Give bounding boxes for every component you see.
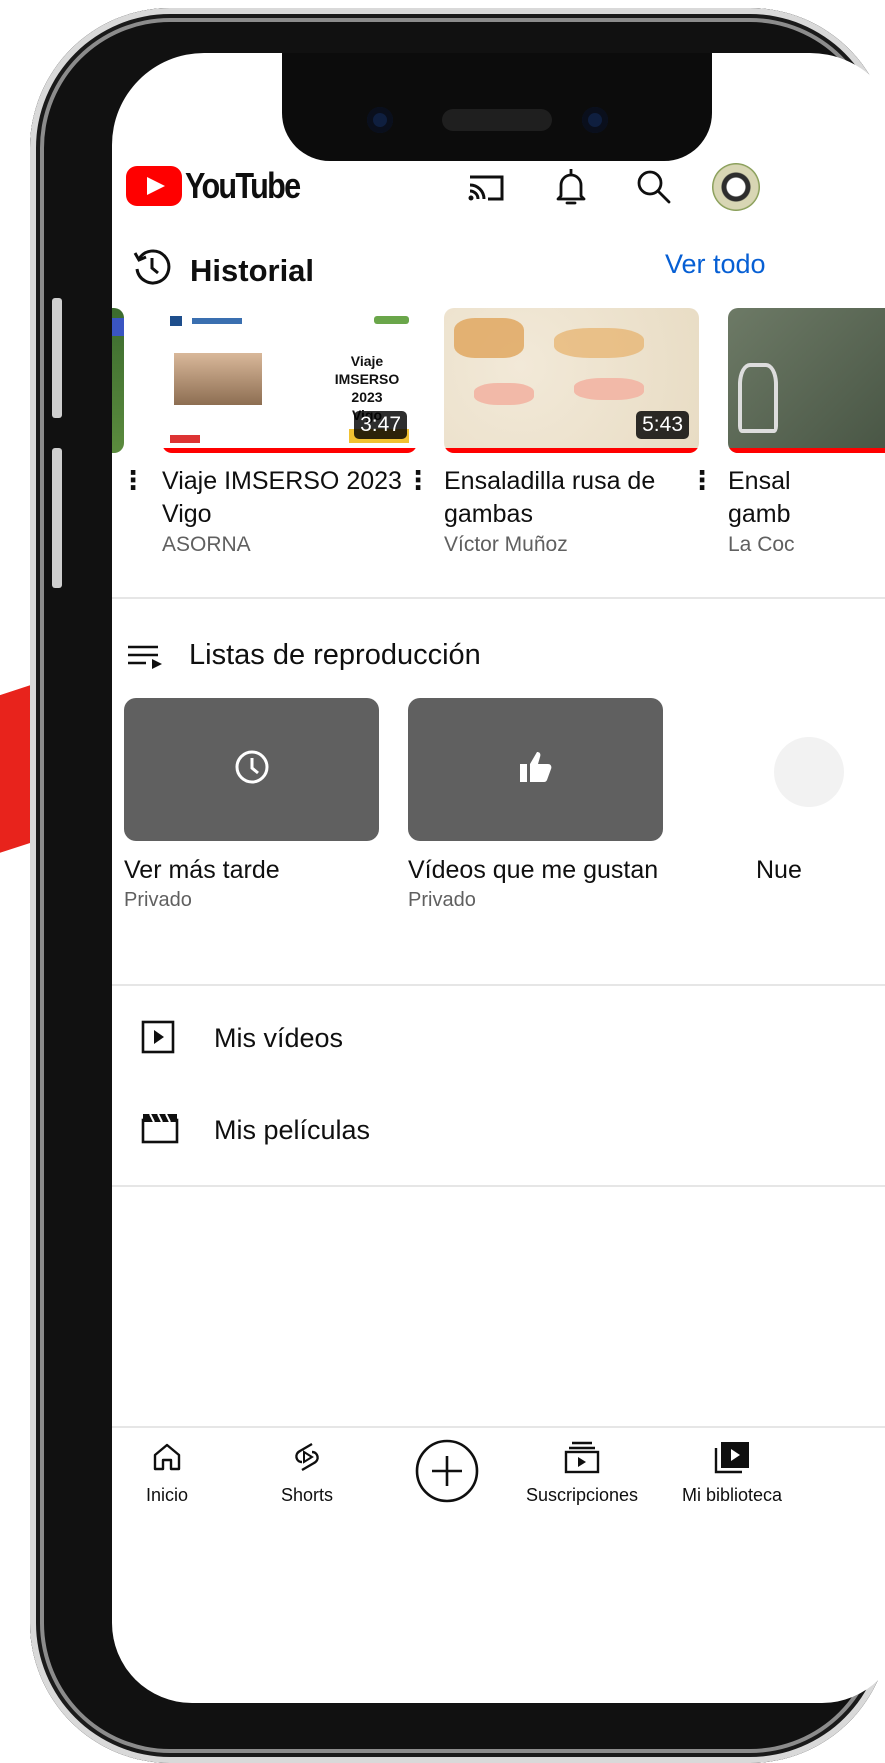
nav-home[interactable]: Inicio	[132, 1440, 202, 1506]
notch	[282, 53, 712, 161]
nav-subscriptions[interactable]: Suscripciones	[512, 1440, 652, 1506]
section-divider	[112, 984, 885, 986]
see-all-link[interactable]: Ver todo	[665, 249, 766, 280]
my-videos-row[interactable]: Mis vídeos	[112, 1011, 885, 1071]
section-divider	[112, 597, 885, 599]
nav-library-label: Mi biblioteca	[681, 1485, 783, 1505]
playlist-privacy: Privado	[124, 889, 192, 911]
top-app-bar: YouTube	[112, 153, 885, 223]
more-options-icon[interactable]: ⋮	[689, 465, 715, 496]
playlist-name[interactable]: Ver más tarde	[124, 856, 280, 885]
screen: YouTube Historial Ver todo Viaje IMSERSO…	[112, 53, 885, 1703]
video-title[interactable]: Ensaladilla rusa de gambas	[444, 465, 655, 531]
home-icon	[153, 1443, 181, 1471]
my-movies-label: Mis películas	[214, 1115, 371, 1145]
youtube-play-icon	[126, 166, 182, 206]
playlist-name[interactable]: Nue	[756, 856, 802, 885]
playlists-section-header: Listas de reproducción	[112, 633, 885, 683]
my-movies-row[interactable]: Mis películas	[112, 1103, 885, 1163]
section-divider	[112, 1185, 885, 1187]
library-icon	[714, 1442, 749, 1474]
more-options-icon[interactable]: ⋮	[120, 465, 146, 496]
speaker-grille	[442, 109, 552, 131]
video-channel: ASORNA	[162, 533, 251, 556]
side-button-volume-down	[52, 448, 62, 588]
video-thumbnail[interactable]: 5:43	[444, 308, 699, 453]
video-thumbnail-partial[interactable]	[112, 308, 124, 453]
history-section-header: Historial Ver todo	[112, 245, 885, 295]
nav-subscriptions-label: Suscripciones	[525, 1485, 639, 1505]
history-title: Historial	[190, 253, 315, 288]
avatar[interactable]	[712, 163, 760, 211]
cast-icon[interactable]	[462, 163, 510, 211]
video-thumbnail[interactable]	[728, 308, 885, 453]
bell-icon[interactable]	[547, 163, 595, 211]
history-icon	[133, 249, 171, 285]
sensor-icon	[582, 107, 608, 133]
more-options-icon[interactable]: ⋮	[405, 465, 431, 496]
playlists-title: Listas de reproducción	[189, 639, 481, 671]
search-icon[interactable]	[630, 163, 678, 211]
duration-badge: 3:47	[354, 411, 407, 439]
my-videos-label: Mis vídeos	[214, 1023, 344, 1053]
duration-badge: 5:43	[636, 411, 689, 439]
subscriptions-icon	[564, 1441, 600, 1474]
playlist-privacy: Privado	[408, 889, 476, 911]
nav-library[interactable]: Mi biblioteca	[672, 1440, 792, 1506]
nav-home-label: Inicio	[145, 1485, 189, 1505]
side-button-volume-up	[52, 298, 62, 418]
thumb-text-line: Viaje IMSERSO	[334, 353, 400, 387]
bottom-navigation: Inicio Shorts Suscripciones Mi bibliotec…	[112, 1426, 885, 1546]
video-title-line: Ensal	[728, 467, 791, 495]
video-channel: Víctor Muñoz	[444, 533, 568, 556]
thumbs-up-icon	[520, 752, 552, 782]
play-box-icon	[141, 1020, 175, 1054]
video-title[interactable]: Viaje IMSERSO 2023 Vigo	[162, 465, 402, 531]
nav-shorts-label: Shorts	[280, 1485, 334, 1505]
nav-shorts[interactable]: Shorts	[262, 1440, 352, 1506]
new-playlist-button[interactable]	[774, 737, 844, 807]
create-plus-icon	[415, 1439, 479, 1503]
video-title-line: Ensaladilla rusa de	[444, 467, 656, 495]
watch-progress-bar	[162, 448, 417, 453]
video-title[interactable]: Ensal gamb	[728, 465, 791, 531]
shorts-icon	[295, 1442, 319, 1472]
clapperboard-icon	[141, 1113, 179, 1144]
phone-frame: YouTube Historial Ver todo Viaje IMSERSO…	[30, 8, 885, 1763]
playlist-tile-watch-later[interactable]	[124, 698, 379, 841]
watch-progress-bar	[444, 448, 699, 453]
youtube-logo[interactable]: YouTube	[126, 165, 320, 207]
video-title-line: gamb	[728, 500, 791, 528]
video-thumbnail[interactable]: Viaje IMSERSO 2023 Vigo 3:47	[162, 308, 417, 453]
video-title-line: Vigo	[162, 500, 212, 528]
thumb-text-line: 2023	[351, 389, 383, 405]
video-title-line: Viaje IMSERSO 2023	[162, 467, 402, 495]
camera-icon	[367, 107, 393, 133]
clock-icon	[235, 750, 269, 784]
video-channel: La Coc	[728, 533, 795, 556]
watch-progress-bar	[728, 448, 885, 453]
playlist-name[interactable]: Vídeos que me gustan	[408, 856, 658, 885]
playlist-tile-liked-videos[interactable]	[408, 698, 663, 841]
nav-create[interactable]	[412, 1438, 482, 1509]
video-title-line: gambas	[444, 500, 533, 528]
youtube-wordmark: YouTube	[185, 165, 301, 206]
playlist-icon	[128, 645, 162, 669]
